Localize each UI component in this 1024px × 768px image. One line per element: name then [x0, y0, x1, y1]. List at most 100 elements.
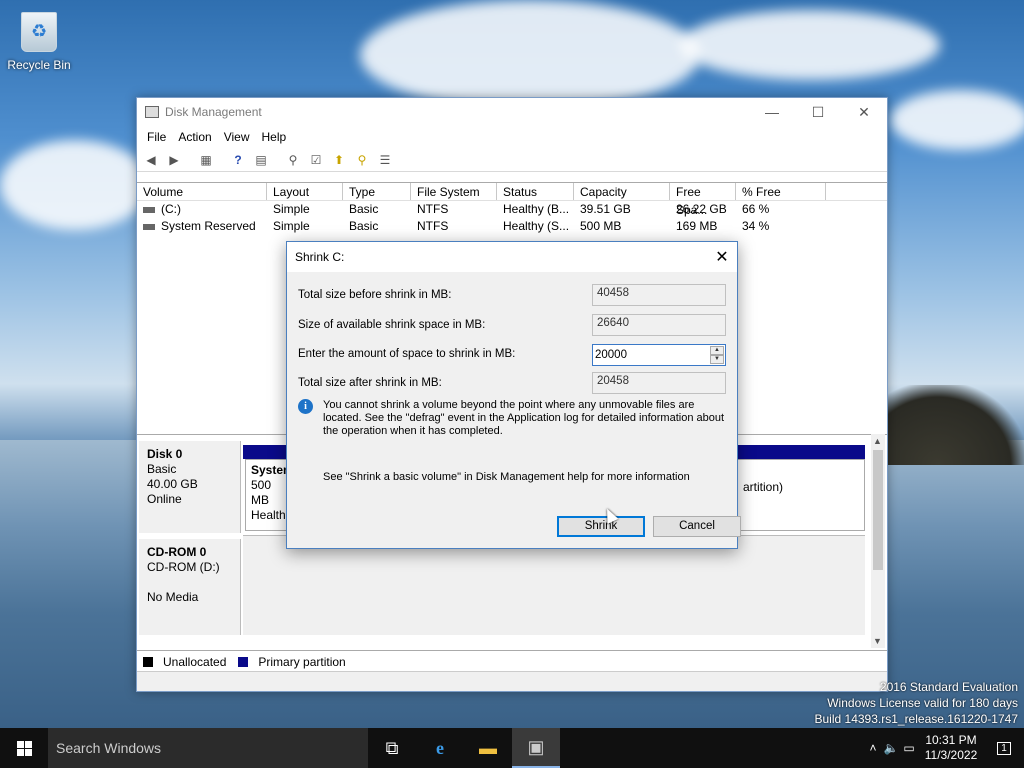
- volume-percent-free: 66 %: [742, 202, 770, 216]
- watermark-build: Build 14393.rs1_release.161220-1747: [814, 712, 1019, 726]
- column-header-percent-free[interactable]: % Free: [736, 183, 826, 200]
- primary-partition-swatch: [238, 656, 249, 667]
- close-button[interactable]: ✕: [841, 98, 887, 126]
- disk-management-app-icon: [145, 106, 159, 118]
- volume-capacity: 500 MB: [580, 219, 622, 233]
- network-icon[interactable]: ▭: [900, 741, 918, 755]
- disk-0-size: 40.00 GB: [147, 477, 198, 491]
- volume-muted-icon[interactable]: 🔈: [882, 741, 900, 755]
- menu-help[interactable]: Help: [256, 130, 293, 144]
- scrollbar-thumb[interactable]: [873, 450, 883, 570]
- partition-system-status: Health: [251, 508, 286, 522]
- back-icon[interactable]: ◀: [141, 151, 161, 169]
- shrink-amount-stepper[interactable]: ▲ ▼: [592, 344, 726, 366]
- volume-icon: [143, 223, 155, 230]
- shrink-button[interactable]: Shrink: [557, 516, 645, 537]
- volume-percent-free: 34 %: [742, 219, 770, 233]
- show-hide-tree-icon[interactable]: ▦: [196, 151, 216, 169]
- partition-system-reserved[interactable]: System 500 MB Health: [245, 459, 294, 531]
- forward-icon[interactable]: ▶: [164, 151, 184, 169]
- menu-bar: File Action View Help: [137, 126, 887, 148]
- column-header-layout[interactable]: Layout: [267, 183, 343, 200]
- cdrom-0-drive: CD-ROM (D:): [147, 560, 220, 574]
- clock[interactable]: 10:31 PM 11/3/2022: [918, 733, 984, 763]
- dialog-close-button[interactable]: ✕: [707, 247, 737, 267]
- scroll-down-icon[interactable]: ▼: [873, 636, 882, 646]
- taskbar-search-box[interactable]: Search Windows: [48, 728, 368, 768]
- taskbar: Search Windows ⧉ e ▬ ▣ ˄ 🔈 ▭ 10:31 PM 11…: [0, 728, 1024, 768]
- action-center-icon[interactable]: 1: [984, 741, 1024, 755]
- legend-unallocated: Unallocated: [163, 654, 227, 669]
- start-button[interactable]: [0, 728, 48, 768]
- cdrom-0-media: No Media: [147, 590, 199, 604]
- volume-file-system: NTFS: [417, 219, 449, 233]
- disk-view-scrollbar[interactable]: ▲ ▼: [871, 434, 885, 648]
- menu-action[interactable]: Action: [172, 130, 217, 144]
- properties-icon[interactable]: ▤: [251, 151, 271, 169]
- available-shrink-value: 26640: [592, 314, 726, 336]
- info-icon: i: [298, 399, 313, 414]
- total-before-label: Total size before shrink in MB:: [298, 289, 452, 301]
- column-header-file-system[interactable]: File System: [411, 183, 497, 200]
- cdrom-partition-area: [243, 535, 865, 635]
- volume-list-header: Volume Layout Type File System Status Ca…: [137, 183, 887, 217]
- recycle-bin-label: Recycle Bin: [7, 58, 71, 72]
- total-after-value: 20458: [592, 372, 726, 394]
- check-icon[interactable]: ☑: [306, 151, 326, 169]
- info-text: You cannot shrink a volume beyond the po…: [323, 399, 725, 437]
- volume-name: (C:): [161, 202, 181, 216]
- volume-free-space: 26.22 GB: [676, 202, 727, 216]
- clock-time: 10:31 PM: [925, 733, 977, 747]
- watermark-license: Windows License valid for 180 days: [827, 696, 1018, 710]
- table-row[interactable]: (C:) Simple Basic NTFS Healthy (B... 39.…: [137, 201, 887, 218]
- windows-logo-icon: [16, 740, 32, 756]
- list-view-icon[interactable]: ☰: [375, 151, 395, 169]
- notification-count: 1: [997, 741, 1011, 755]
- stepper-down-icon[interactable]: ▼: [710, 355, 724, 364]
- search-icon[interactable]: ⚲: [352, 151, 372, 169]
- menu-file[interactable]: File: [141, 130, 172, 144]
- window-titlebar[interactable]: Disk Management — ☐ ✕: [137, 98, 887, 126]
- column-header-free-space[interactable]: Free Spa...: [670, 183, 736, 217]
- maximize-button[interactable]: ☐: [795, 98, 841, 126]
- column-header-type[interactable]: Type: [343, 183, 411, 200]
- minimize-button[interactable]: —: [749, 98, 795, 126]
- up-level-icon[interactable]: ⬆: [329, 151, 349, 169]
- column-header-volume[interactable]: Volume: [137, 183, 267, 200]
- volume-free-space: 169 MB: [676, 219, 718, 233]
- search-placeholder: Search Windows: [56, 740, 162, 756]
- column-header-status[interactable]: Status: [497, 183, 574, 200]
- wallpaper-cloud: [360, 0, 700, 110]
- shrink-dialog: Shrink C: ✕ Total size before shrink in …: [286, 241, 741, 549]
- legend: Unallocated Primary partition: [137, 650, 887, 672]
- shrink-amount-label: Enter the amount of space to shrink in M…: [298, 348, 516, 360]
- disk-0-label[interactable]: Disk 0 Basic 40.00 GB Online: [139, 441, 241, 533]
- file-explorer-icon[interactable]: ▬: [464, 728, 512, 768]
- scroll-up-icon[interactable]: ▲: [873, 436, 882, 446]
- stepper-up-icon[interactable]: ▲: [710, 346, 724, 355]
- cancel-button[interactable]: Cancel: [653, 516, 741, 537]
- recycle-bin-shortcut[interactable]: Recycle Bin: [4, 8, 74, 72]
- clock-date: 11/3/2022: [924, 748, 978, 762]
- available-shrink-label: Size of available shrink space in MB:: [298, 319, 486, 331]
- menu-view[interactable]: View: [218, 130, 256, 144]
- volume-icon: [143, 206, 155, 213]
- shrink-amount-input[interactable]: [595, 347, 705, 363]
- total-after-label: Total size after shrink in MB:: [298, 377, 442, 389]
- connect-icon[interactable]: ⚲: [283, 151, 303, 169]
- dialog-titlebar[interactable]: Shrink C: ✕: [287, 242, 737, 272]
- show-hidden-icons-icon[interactable]: ˄: [864, 741, 882, 755]
- internet-explorer-icon[interactable]: e: [416, 728, 464, 768]
- column-header-capacity[interactable]: Capacity: [574, 183, 670, 200]
- unallocated-swatch: [143, 656, 153, 667]
- task-view-icon[interactable]: ⧉: [368, 728, 416, 768]
- cdrom-0-label[interactable]: CD-ROM 0 CD-ROM (D:) No Media: [139, 539, 241, 635]
- disk-management-taskbar-icon[interactable]: ▣: [512, 728, 560, 768]
- info-message: i You cannot shrink a volume beyond the …: [298, 399, 728, 438]
- dialog-title: Shrink C:: [295, 250, 345, 264]
- partition-c[interactable]: artition): [737, 459, 865, 531]
- help-icon[interactable]: ?: [228, 151, 248, 169]
- table-row[interactable]: System Reserved Simple Basic NTFS Health…: [137, 218, 887, 235]
- volume-capacity: 39.51 GB: [580, 202, 631, 216]
- system-tray: ˄ 🔈 ▭ 10:31 PM 11/3/2022 1: [864, 728, 1024, 768]
